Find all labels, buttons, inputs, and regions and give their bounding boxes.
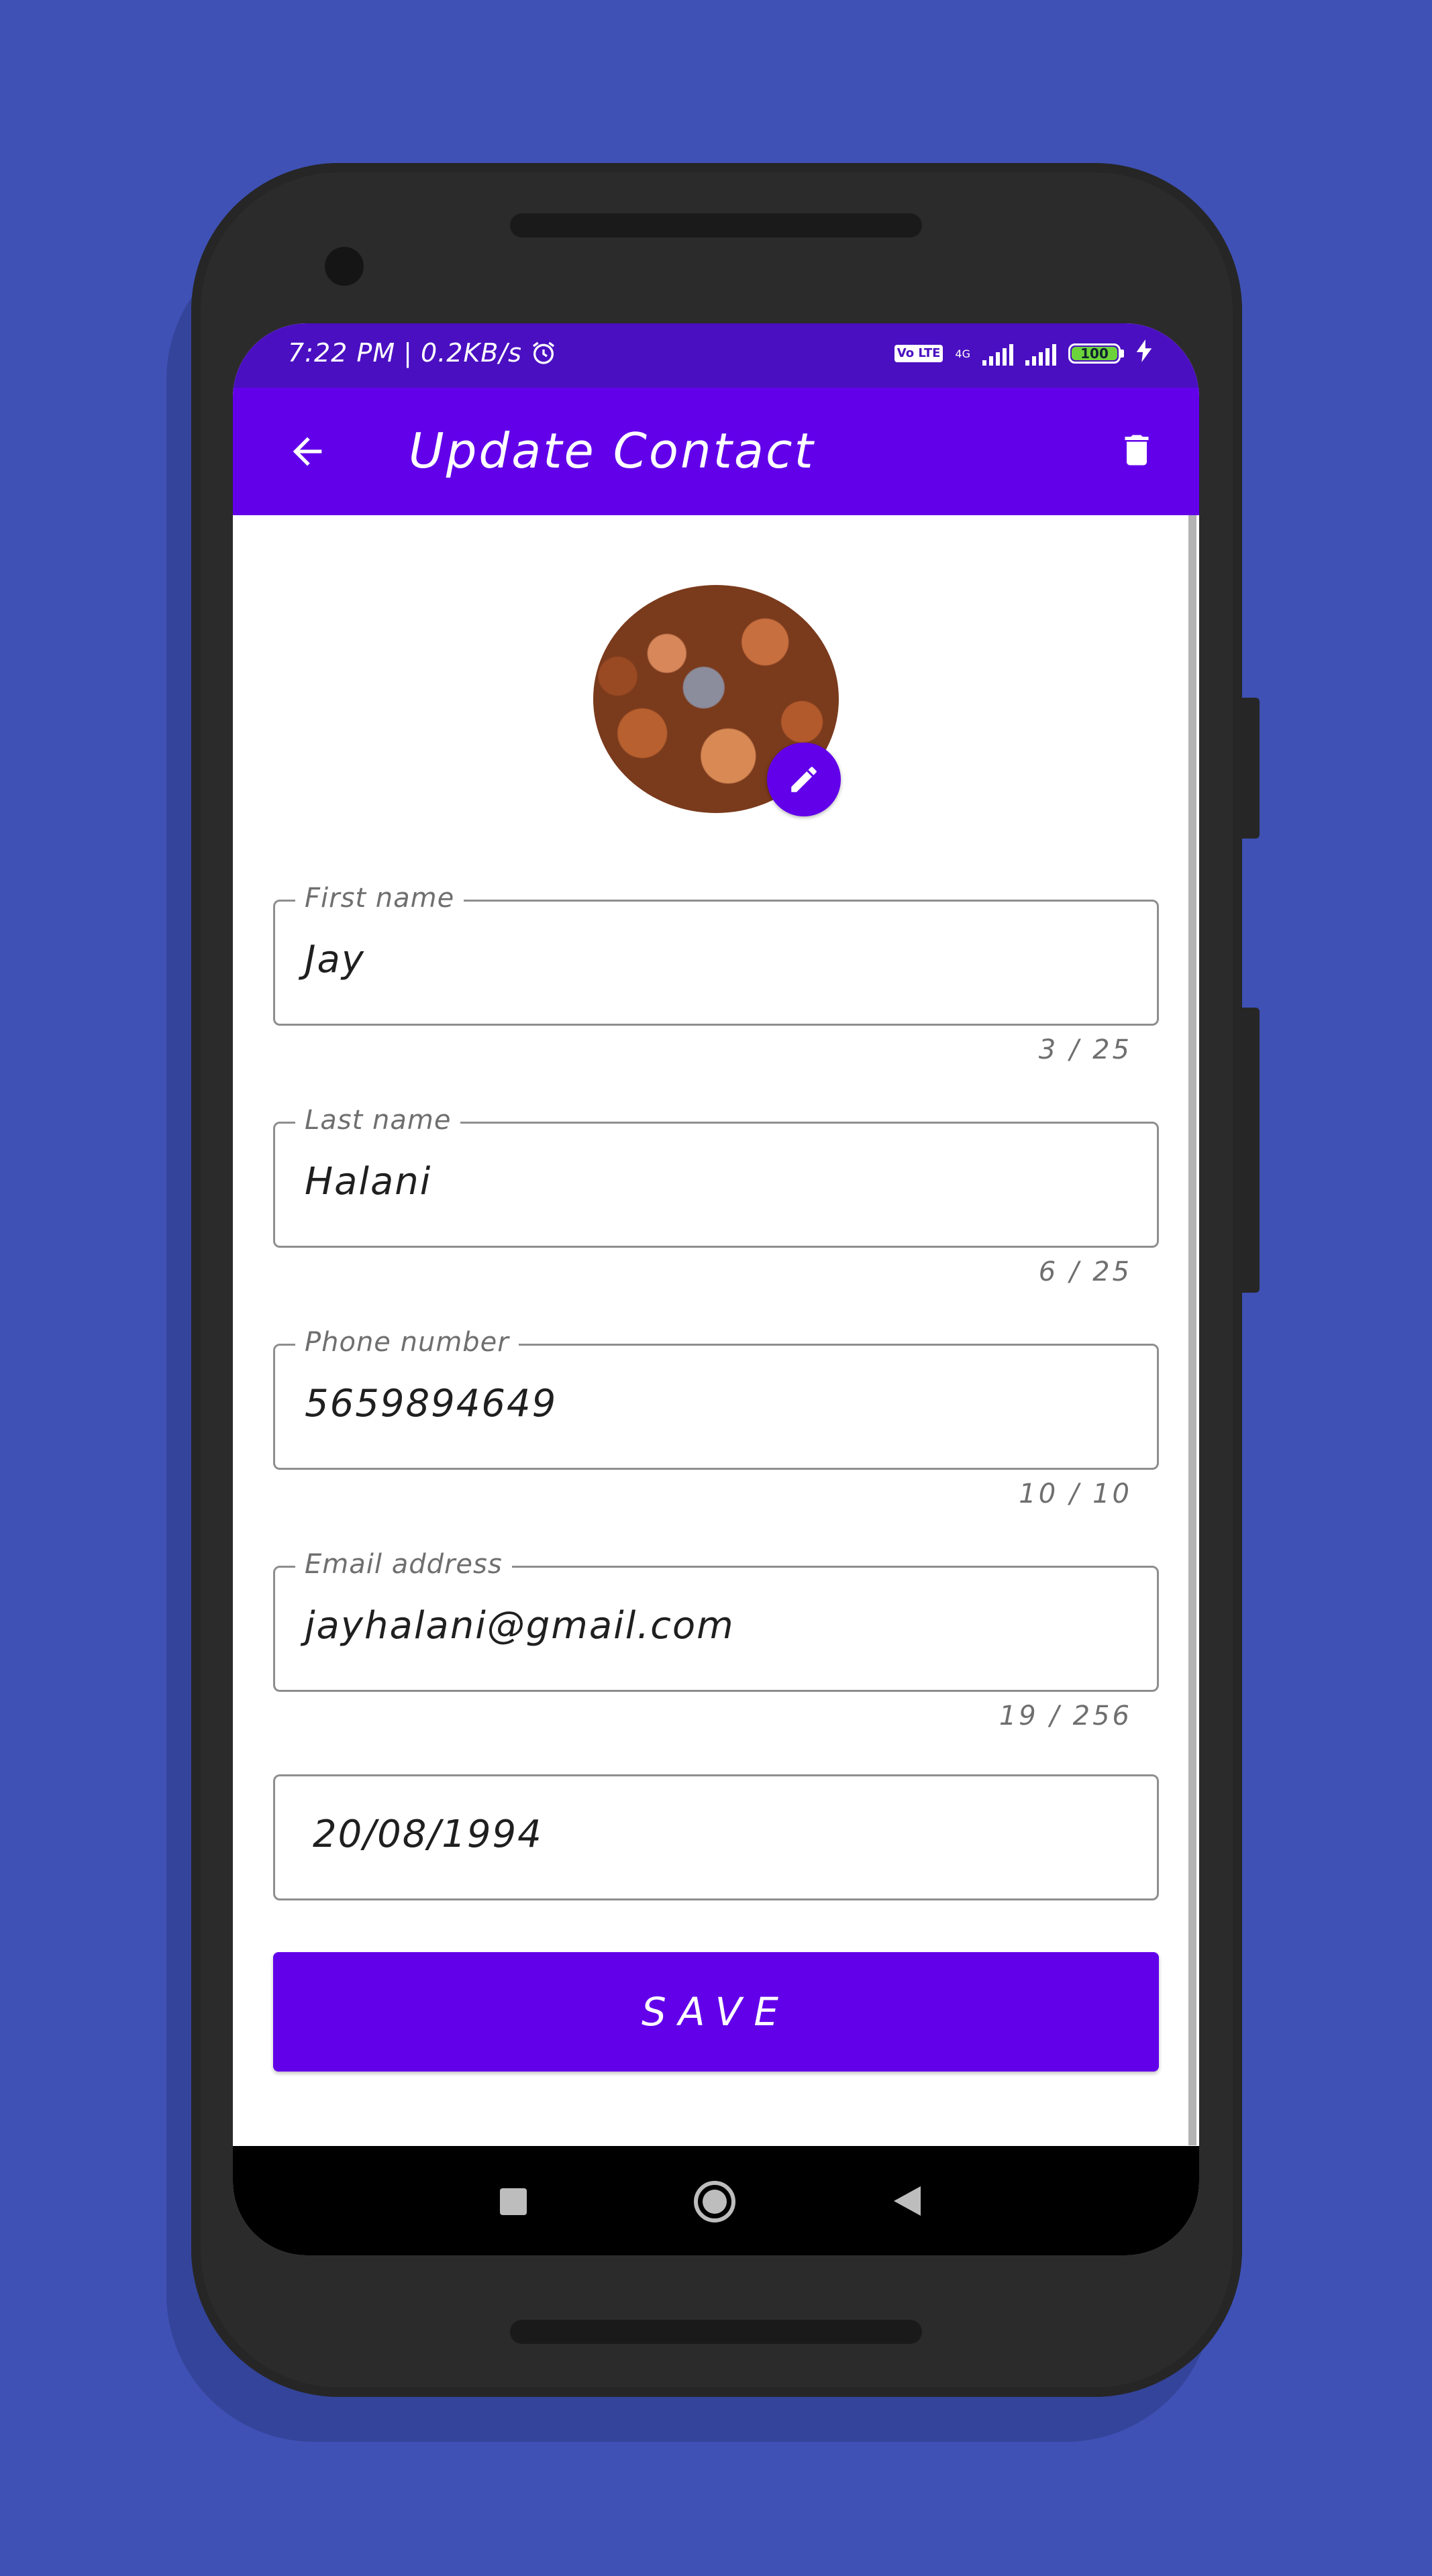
top-speaker bbox=[510, 213, 922, 237]
volte-icon: Vo LTE bbox=[894, 345, 943, 362]
email-field[interactable]: Email address jayhalani@gmail.com bbox=[273, 1549, 1159, 1692]
navigation-bar bbox=[233, 2146, 1199, 2255]
last-name-value[interactable]: Halani bbox=[305, 1160, 431, 1203]
pencil-icon bbox=[791, 767, 817, 792]
email-counter: 19 / 256 bbox=[999, 1701, 1132, 1731]
status-bar: 7:22 PM | 0.2KB/s Vo LTE 4G 100 bbox=[233, 323, 1199, 388]
status-net-speed: 0.2KB/s bbox=[420, 338, 522, 368]
recents-icon[interactable] bbox=[500, 2188, 527, 2215]
page-title: Update Contact bbox=[409, 423, 815, 479]
nav-back-icon[interactable] bbox=[894, 2186, 921, 2216]
alarm-icon bbox=[532, 341, 554, 364]
status-left: 7:22 PM | 0.2KB/s bbox=[288, 338, 557, 368]
email-label: Email address bbox=[295, 1549, 512, 1580]
first-name-counter: 3 / 25 bbox=[1038, 1034, 1132, 1065]
front-camera bbox=[325, 247, 364, 286]
charging-icon bbox=[1136, 339, 1152, 368]
first-name-value[interactable]: Jay bbox=[305, 938, 365, 981]
scrollbar[interactable] bbox=[1188, 515, 1196, 2145]
battery-level: 100 bbox=[1072, 345, 1117, 362]
home-icon[interactable] bbox=[694, 2181, 735, 2222]
power-button bbox=[1238, 698, 1260, 839]
date-of-birth-value[interactable]: 20/08/1994 bbox=[313, 1813, 543, 1856]
signal-icon-2 bbox=[1025, 341, 1056, 366]
phone-number-label: Phone number bbox=[295, 1327, 519, 1358]
signal-icon-1 bbox=[982, 341, 1013, 366]
phone-number-field[interactable]: Phone number 5659894649 bbox=[273, 1327, 1159, 1470]
delete-icon[interactable] bbox=[1107, 420, 1167, 480]
volume-button bbox=[1238, 1008, 1260, 1293]
back-arrow-icon[interactable] bbox=[277, 421, 338, 482]
email-value[interactable]: jayhalani@gmail.com bbox=[305, 1604, 735, 1648]
last-name-label: Last name bbox=[295, 1105, 461, 1136]
status-time: 7:22 PM bbox=[288, 338, 396, 368]
status-separator: | bbox=[403, 338, 413, 368]
bottom-speaker bbox=[510, 2320, 922, 2344]
last-name-field[interactable]: Last name Halani bbox=[273, 1105, 1159, 1248]
last-name-counter: 6 / 25 bbox=[1038, 1256, 1132, 1287]
phone-number-counter: 10 / 10 bbox=[1019, 1479, 1132, 1509]
date-of-birth-field[interactable]: 20/08/1994 bbox=[273, 1774, 1159, 1900]
phone-number-value[interactable]: 5659894649 bbox=[305, 1382, 557, 1426]
save-button[interactable]: SAVE bbox=[273, 1952, 1159, 2072]
battery-icon: 100 bbox=[1068, 343, 1124, 364]
first-name-field[interactable]: First name Jay bbox=[273, 883, 1159, 1026]
first-name-label: First name bbox=[295, 883, 464, 914]
screen: 7:22 PM | 0.2KB/s Vo LTE 4G 100 Update C… bbox=[233, 323, 1199, 2255]
app-bar: Update Contact bbox=[233, 388, 1199, 515]
status-right: Vo LTE 4G 100 bbox=[894, 339, 1152, 368]
network-type-label: 4G bbox=[955, 347, 970, 360]
edit-photo-button[interactable] bbox=[767, 743, 841, 816]
